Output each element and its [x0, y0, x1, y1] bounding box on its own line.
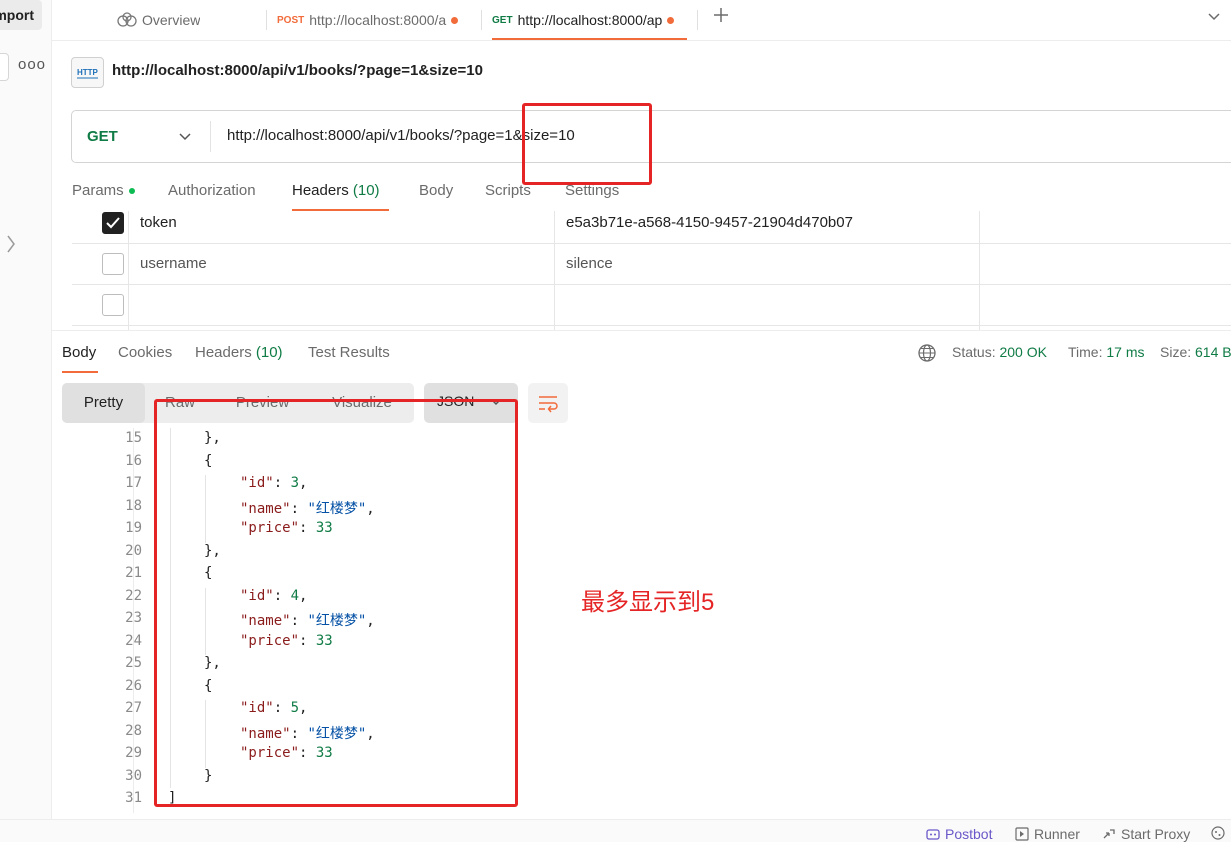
- line-number: 29: [125, 745, 142, 761]
- header-checkbox[interactable]: [102, 253, 124, 275]
- left-sidebar: [0, 0, 52, 841]
- tab-divider: [481, 10, 482, 30]
- line-number: 21: [125, 565, 142, 581]
- tab-post-request[interactable]: POST http://localhost:8000/a: [277, 0, 473, 40]
- import-button[interactable]: Import: [0, 0, 42, 30]
- tab-authorization[interactable]: Authorization: [168, 182, 256, 199]
- cookie-icon[interactable]: [1210, 826, 1226, 843]
- response-tab-body[interactable]: Body: [62, 344, 96, 361]
- response-time[interactable]: Time: 17 ms: [1068, 344, 1145, 360]
- tabs-dropdown-icon[interactable]: [1207, 9, 1221, 25]
- line-number: 28: [125, 722, 142, 739]
- response-tab-headers[interactable]: Headers (10): [195, 344, 283, 361]
- start-proxy-label: Start Proxy: [1121, 826, 1191, 842]
- response-status[interactable]: Status: 200 OK: [952, 344, 1047, 360]
- runner-icon: [1015, 827, 1029, 841]
- line-number: 16: [125, 452, 142, 469]
- unsaved-dot-icon: [451, 16, 459, 24]
- tab-label: http://localhost:8000/ap: [517, 12, 663, 28]
- http-icon: HTTP: [71, 57, 104, 88]
- params-active-dot-icon: [128, 188, 135, 195]
- tab-label: Overview: [142, 12, 201, 28]
- header-checkbox[interactable]: [102, 294, 124, 316]
- line-number: 24: [125, 632, 142, 649]
- new-tab-icon[interactable]: [711, 5, 731, 28]
- line-number: 20: [125, 542, 142, 559]
- line-number: 30: [125, 767, 142, 784]
- chevron-down-icon: [179, 132, 191, 140]
- tab-body[interactable]: Body: [419, 182, 453, 199]
- line-number: 15: [125, 430, 142, 446]
- tab-divider: [697, 10, 698, 30]
- line-number: 17: [125, 475, 142, 491]
- tab-method: GET: [492, 14, 513, 26]
- tab-overview[interactable]: Overview: [116, 0, 200, 40]
- method-select[interactable]: GET: [87, 111, 192, 162]
- postbot-label: Postbot: [945, 826, 993, 842]
- line-number: 25: [125, 655, 142, 671]
- tab-divider: [266, 10, 267, 30]
- line-number: 22: [125, 587, 142, 604]
- more-options-icon[interactable]: ooo: [18, 56, 46, 73]
- overview-icon: [117, 12, 137, 27]
- response-tab-test-results[interactable]: Test Results: [308, 344, 390, 361]
- tab-method: POST: [277, 14, 305, 26]
- wrap-lines-button[interactable]: [528, 383, 568, 423]
- response-size[interactable]: Size: 614 B: [1160, 344, 1231, 360]
- method-label: GET: [87, 128, 118, 145]
- view-pretty-button[interactable]: Pretty: [62, 383, 145, 423]
- runner-button[interactable]: Runner: [1015, 826, 1080, 842]
- table-row: [72, 243, 1231, 285]
- response-divider: [52, 330, 1231, 331]
- line-number: 19: [125, 520, 142, 536]
- postbot-icon: [926, 829, 940, 840]
- tab-headers[interactable]: Headers (10): [292, 182, 380, 199]
- line-number: 26: [125, 677, 142, 694]
- postbot-button[interactable]: Postbot: [925, 826, 992, 842]
- proxy-icon: [1103, 829, 1115, 839]
- unsaved-dot-icon: [667, 16, 675, 24]
- sidebar-search-box[interactable]: [0, 53, 9, 81]
- wrap-lines-icon: [539, 396, 558, 413]
- line-number: 18: [125, 497, 142, 514]
- header-key[interactable]: username: [140, 255, 207, 272]
- line-number: 31: [125, 790, 142, 806]
- line-number: 23: [125, 610, 142, 626]
- header-value[interactable]: e5a3b71e-a568-4150-9457-21904d470b07: [566, 214, 853, 231]
- runner-label: Runner: [1034, 826, 1080, 842]
- header-value[interactable]: silence: [566, 255, 613, 272]
- annotation-box: [154, 399, 518, 807]
- request-title[interactable]: http://localhost:8000/api/v1/books/?page…: [112, 62, 483, 79]
- active-tab-indicator: [492, 38, 687, 40]
- start-proxy-button[interactable]: Start Proxy: [1101, 826, 1190, 842]
- expand-sidebar-icon[interactable]: [5, 232, 17, 259]
- tab-label: http://localhost:8000/a: [309, 12, 447, 28]
- line-number: 27: [125, 700, 142, 716]
- annotation-text: 最多显示到5: [581, 589, 715, 616]
- svg-text:HTTP: HTTP: [77, 68, 99, 77]
- table-row: [72, 284, 1231, 326]
- tab-get-request[interactable]: GET http://localhost:8000/ap: [492, 0, 688, 40]
- globe-icon[interactable]: [917, 343, 937, 366]
- tab-params[interactable]: Params: [72, 182, 135, 199]
- annotation-box: [522, 103, 652, 185]
- response-tab-cookies[interactable]: Cookies: [118, 344, 172, 361]
- url-divider: [210, 121, 211, 152]
- active-response-tab-indicator: [62, 371, 98, 373]
- header-checkbox[interactable]: [102, 212, 124, 234]
- header-key[interactable]: token: [140, 214, 177, 231]
